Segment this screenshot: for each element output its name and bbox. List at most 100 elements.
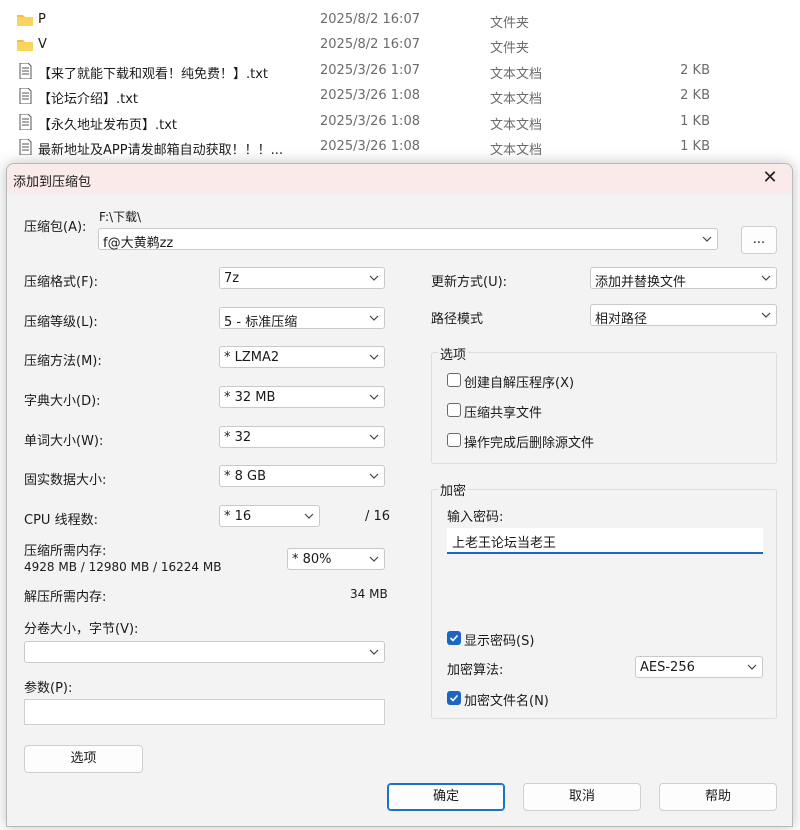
level-select[interactable]: 5 - 标准压缩 xyxy=(219,307,385,330)
encrypt-names-label: 加密文件名(N) xyxy=(464,694,549,709)
check-icon xyxy=(449,634,459,642)
file-date: 2025/3/26 1:08 xyxy=(320,114,420,129)
level-value: 5 - 标准压缩 xyxy=(224,315,298,330)
update-select[interactable]: 添加并替换文件 xyxy=(590,267,777,290)
file-date: 2025/8/2 16:07 xyxy=(320,37,420,52)
file-size: 2 KB xyxy=(680,88,710,103)
help-button[interactable]: 帮助 xyxy=(659,783,777,811)
ok-button[interactable]: 确定 xyxy=(387,783,505,811)
file-type: 文本文档 xyxy=(490,118,543,133)
file-row[interactable]: 【论坛介绍】.txt 2025/3/26 1:08 文本文档 2 KB xyxy=(0,84,800,109)
mem-decompress-value: 34 MB xyxy=(350,587,388,601)
update-label: 更新方式(U): xyxy=(431,275,508,290)
volume-label: 分卷大小，字节(V): xyxy=(24,622,139,637)
solid-select[interactable]: * 8 GB xyxy=(219,465,385,487)
method-value: * LZMA2 xyxy=(224,350,280,365)
method-select[interactable]: * LZMA2 xyxy=(219,346,385,368)
text-file-icon xyxy=(19,114,32,130)
dict-value: * 32 MB xyxy=(224,390,276,405)
file-name: 【永久地址发布页】.txt xyxy=(38,118,178,133)
file-date: 2025/3/26 1:08 xyxy=(320,139,420,154)
chevron-down-icon xyxy=(369,649,379,655)
delete-after-label: 操作完成后删除源文件 xyxy=(464,436,595,451)
path-mode-label: 路径模式 xyxy=(431,312,484,327)
dict-select[interactable]: * 32 MB xyxy=(219,386,385,408)
password-input[interactable]: 上老王论坛当老王 xyxy=(447,528,763,554)
chevron-down-icon xyxy=(761,312,771,318)
text-file-icon xyxy=(19,139,32,155)
params-label: 参数(P): xyxy=(24,681,73,696)
word-value: * 32 xyxy=(224,430,252,445)
sfx-label: 创建自解压程序(X) xyxy=(464,376,575,391)
file-row[interactable]: 【永久地址发布页】.txt 2025/3/26 1:08 文本文档 1 KB xyxy=(0,110,800,135)
method-label: 压缩方法(M): xyxy=(24,354,102,369)
mem-usage-select[interactable]: * 80% xyxy=(287,548,385,570)
algorithm-value: AES-256 xyxy=(640,660,695,675)
sfx-checkbox[interactable] xyxy=(447,373,461,387)
mem-compress-detail: 4928 MB / 12980 MB / 16224 MB xyxy=(24,560,222,574)
options-button[interactable]: 选项 xyxy=(24,745,143,773)
mem-usage-value: * 80% xyxy=(292,552,332,567)
threads-value: * 16 xyxy=(224,509,252,524)
file-row[interactable]: P 2025/8/2 16:07 文件夹 xyxy=(0,8,800,33)
file-type: 文本文档 xyxy=(490,67,543,82)
file-size: 2 KB xyxy=(680,63,710,78)
file-type: 文本文档 xyxy=(490,92,543,107)
archive-path: F:\下载\ xyxy=(99,210,142,224)
threads-select[interactable]: * 16 xyxy=(219,505,320,527)
file-name: 【论坛介绍】.txt xyxy=(38,92,139,107)
file-row[interactable]: V 2025/8/2 16:07 文件夹 xyxy=(0,33,800,58)
file-list: P 2025/8/2 16:07 文件夹 V 2025/8/2 16:07 文件… xyxy=(0,0,800,165)
mem-decompress-label: 解压所需内存: xyxy=(24,590,107,605)
path-mode-select[interactable]: 相对路径 xyxy=(590,304,777,327)
algorithm-select[interactable]: AES-256 xyxy=(635,656,763,678)
level-label: 压缩等级(L): xyxy=(24,315,98,330)
file-row[interactable]: 【来了就能下载和观看！纯免费！】.txt 2025/3/26 1:07 文本文档… xyxy=(0,59,800,84)
dialog-title: 添加到压缩包 xyxy=(13,175,92,190)
chevron-down-icon xyxy=(369,315,379,321)
format-label: 压缩格式(F): xyxy=(24,275,99,290)
word-select[interactable]: * 32 xyxy=(219,426,385,448)
folder-icon xyxy=(17,15,33,26)
text-file-icon xyxy=(19,88,32,104)
file-name: 最新地址及APP请发邮箱自动获取！！！... xyxy=(38,143,283,158)
shared-files-checkbox[interactable] xyxy=(447,403,461,417)
file-type: 文件夹 xyxy=(490,41,530,56)
file-name: P xyxy=(38,12,46,27)
archive-name-value: f@大黄鹈zz xyxy=(103,236,174,251)
chevron-down-icon xyxy=(369,354,379,360)
archive-name-combo[interactable]: f@大黄鹈zz xyxy=(98,228,718,251)
browse-button[interactable]: ... xyxy=(741,226,777,254)
chevron-down-icon xyxy=(761,275,771,281)
chevron-down-icon xyxy=(304,513,314,519)
folder-icon xyxy=(17,40,33,51)
file-row[interactable]: 最新地址及APP请发邮箱自动获取！！！... 2025/3/26 1:08 文本… xyxy=(0,135,800,160)
title-bar: 添加到压缩包 ✕ xyxy=(7,164,792,194)
file-name: V xyxy=(38,37,47,52)
delete-after-checkbox[interactable] xyxy=(447,433,461,447)
chevron-down-icon xyxy=(702,236,712,242)
chevron-down-icon xyxy=(747,664,757,670)
chevron-down-icon xyxy=(369,275,379,281)
params-input[interactable] xyxy=(24,699,385,725)
algorithm-label: 加密算法: xyxy=(447,663,504,678)
archive-label: 压缩包(A): xyxy=(24,220,87,235)
close-icon[interactable]: ✕ xyxy=(760,168,780,188)
word-label: 单词大小(W): xyxy=(24,434,104,449)
add-to-archive-dialog: 添加到压缩包 ✕ 压缩包(A): F:\下载\ f@大黄鹈zz ... 压缩格式… xyxy=(6,163,793,827)
encrypt-names-checkbox[interactable] xyxy=(447,691,461,705)
file-size: 1 KB xyxy=(680,139,710,154)
mem-compress-label: 压缩所需内存: xyxy=(24,544,107,559)
options-group-title: 选项 xyxy=(438,344,469,363)
volume-select[interactable] xyxy=(24,641,385,663)
shared-files-label: 压缩共享文件 xyxy=(464,406,543,421)
show-password-checkbox[interactable] xyxy=(447,631,461,645)
check-icon xyxy=(449,694,459,702)
threads-label: CPU 线程数: xyxy=(24,513,98,528)
cancel-button[interactable]: 取消 xyxy=(523,783,641,811)
file-date: 2025/8/2 16:07 xyxy=(320,12,420,27)
file-type: 文件夹 xyxy=(490,16,530,31)
format-select[interactable]: 7z xyxy=(219,267,385,289)
file-type: 文本文档 xyxy=(490,143,543,158)
solid-value: * 8 GB xyxy=(224,469,267,484)
